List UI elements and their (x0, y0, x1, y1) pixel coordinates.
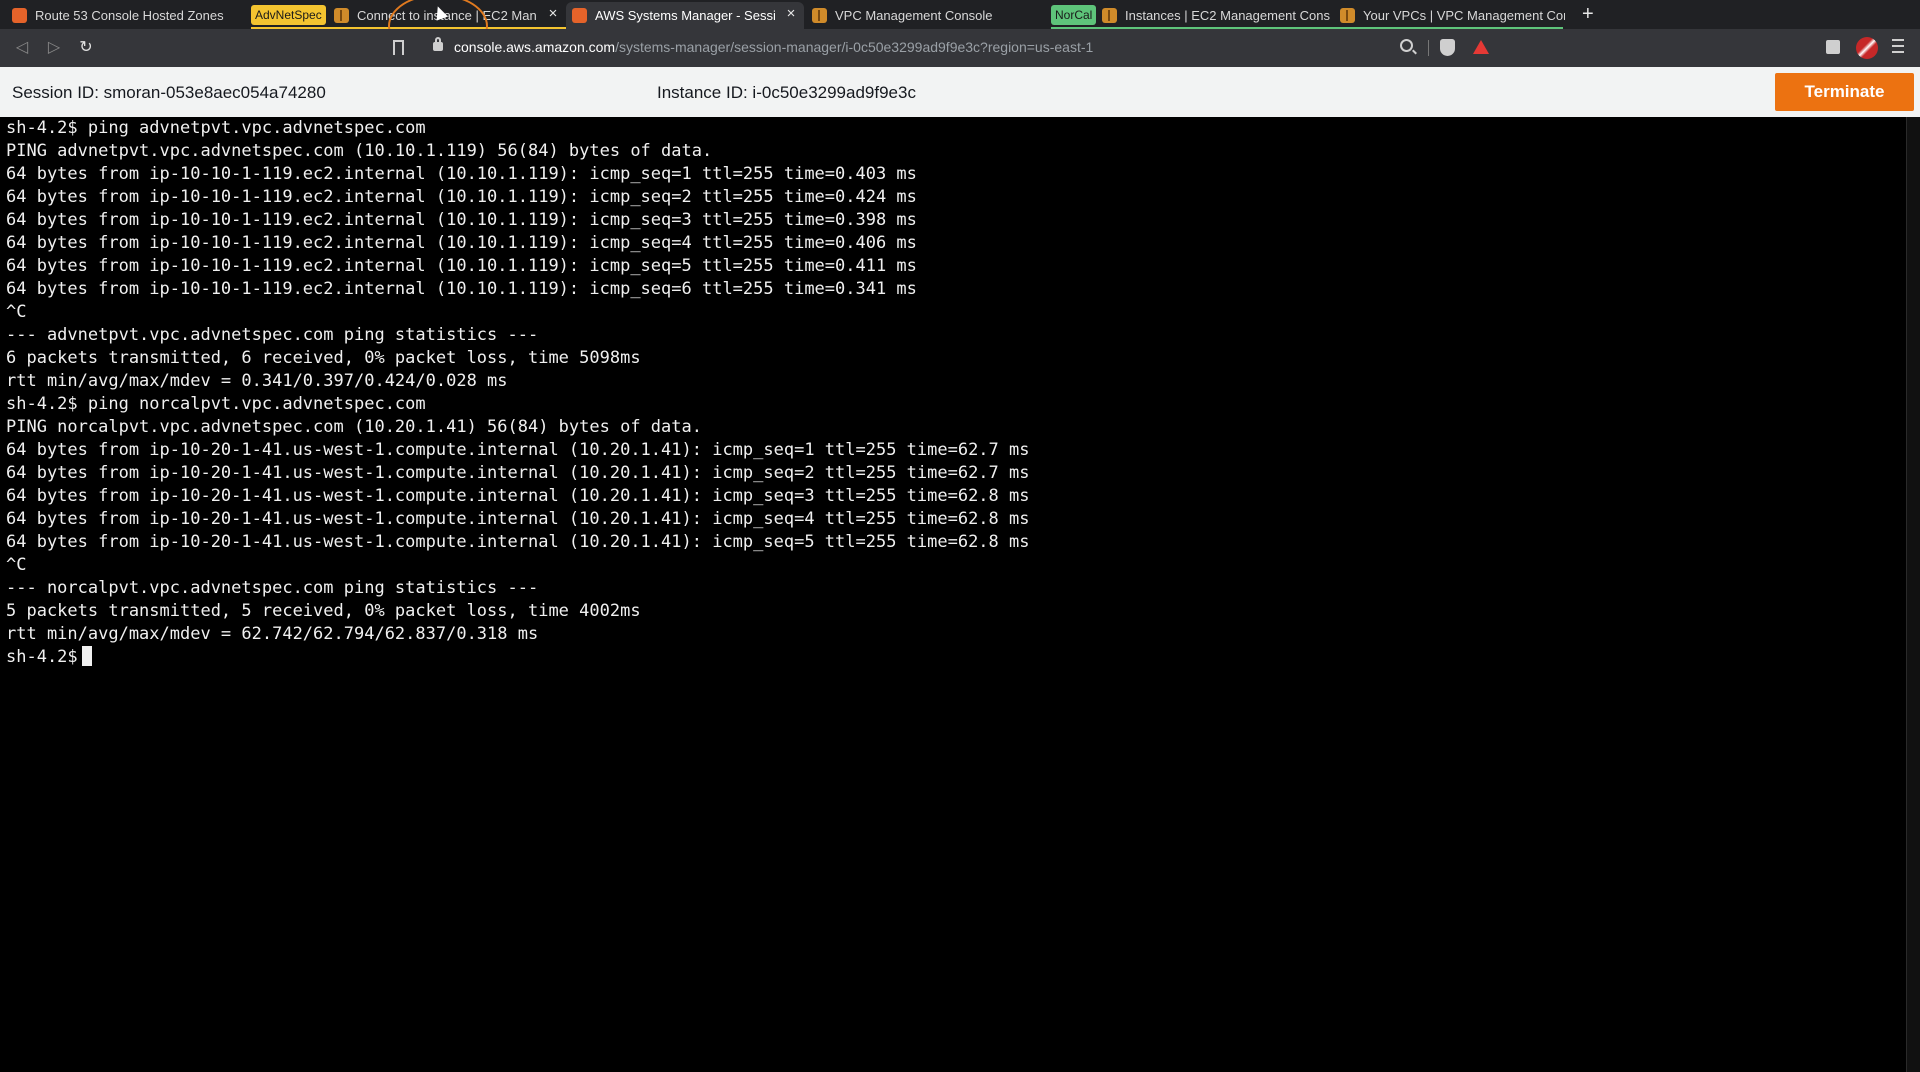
terminal-line: 64 bytes from ip-10-10-1-119.ec2.interna… (6, 187, 917, 207)
instance-id: Instance ID: i-0c50e3299ad9f9e3c (657, 83, 916, 102)
tab-label: Route 53 Console Hosted Zones (35, 8, 224, 23)
tab-label: Your VPCs | VPC Management Cons (1363, 8, 1565, 23)
terminal-line: sh-4.2$ ping norcalpvt.vpc.advnetspec.co… (6, 394, 426, 414)
forward-arrow-icon[interactable]: ▷ (43, 37, 65, 59)
terminal-line: 64 bytes from ip-10-10-1-119.ec2.interna… (6, 233, 917, 253)
terminal-line: rtt min/avg/max/mdev = 62.742/62.794/62.… (6, 624, 539, 644)
tab-route53[interactable]: Route 53 Console Hosted Zones (8, 2, 244, 29)
terminal-line: 64 bytes from ip-10-20-1-41.us-west-1.co… (6, 486, 1030, 506)
terminal-line: 64 bytes from ip-10-10-1-119.ec2.interna… (6, 164, 917, 184)
terminal-line: 64 bytes from ip-10-20-1-41.us-west-1.co… (6, 463, 1030, 483)
tab-systems-manager[interactable]: AWS Systems Manager - Sessi (566, 2, 804, 29)
terminal-output[interactable]: sh-4.2$ ping advnetpvt.vpc.advnetspec.co… (0, 117, 1906, 1072)
tab-label: AWS Systems Manager - Sessi (595, 8, 775, 23)
tab-connect-to-instance[interactable]: Connect to instance | EC2 Mana (332, 2, 564, 29)
box-icon (1340, 8, 1355, 23)
terminal-line: rtt min/avg/max/mdev = 0.341/0.397/0.424… (6, 371, 508, 391)
terminal-line: 64 bytes from ip-10-10-1-119.ec2.interna… (6, 210, 917, 230)
terminal-line: ^C (6, 555, 27, 575)
terminal-line: 5 packets transmitted, 5 received, 0% pa… (6, 601, 641, 621)
terminal-line: 64 bytes from ip-10-10-1-119.ec2.interna… (6, 279, 917, 299)
terminal-line: ^C (6, 302, 27, 322)
zoom-icon[interactable] (1400, 39, 1413, 52)
terminal-prompt-line[interactable]: sh-4.2$ (6, 646, 1906, 669)
terminal-line: 64 bytes from ip-10-20-1-41.us-west-1.co… (6, 440, 1030, 460)
browser-toolbar: ◁ ▷ ↻ console.aws.amazon.com/systems-man… (0, 29, 1920, 67)
new-tab-button[interactable]: + (1582, 3, 1594, 25)
terminal-line: sh-4.2$ ping advnetpvt.vpc.advnetspec.co… (6, 118, 426, 138)
terminal-scrollbar[interactable] (1906, 117, 1920, 1072)
toolbar-divider (1428, 40, 1429, 56)
address-bar[interactable]: console.aws.amazon.com/systems-manager/s… (454, 39, 1093, 55)
aws-icon (12, 8, 27, 23)
tab-your-vpcs[interactable]: Your VPCs | VPC Management Cons (1338, 2, 1568, 29)
session-header: Session ID: smoran-053e8aec054a74280 Ins… (0, 67, 1920, 117)
url-path: /systems-manager/session-manager/i-0c50e… (615, 39, 1094, 55)
brave-rewards-icon[interactable] (1473, 40, 1489, 54)
shell-prompt: sh-4.2$ (6, 647, 78, 667)
terminal-line: --- norcalpvt.vpc.advnetspec.com ping st… (6, 578, 539, 598)
terminal-line: 64 bytes from ip-10-20-1-41.us-west-1.co… (6, 532, 1030, 552)
terminal-lines: sh-4.2$ ping advnetpvt.vpc.advnetspec.co… (6, 117, 1906, 646)
profile-avatar[interactable] (1856, 37, 1878, 59)
box-icon (334, 8, 349, 23)
brave-shield-icon[interactable] (1440, 39, 1455, 56)
terminal-line: 64 bytes from ip-10-20-1-41.us-west-1.co… (6, 509, 1030, 529)
extensions-icon[interactable] (1826, 40, 1840, 54)
menu-icon[interactable] (1892, 39, 1904, 53)
terminal-line: 64 bytes from ip-10-10-1-119.ec2.interna… (6, 256, 917, 276)
url-host: console.aws.amazon.com (454, 39, 616, 55)
back-arrow-icon[interactable]: ◁ (11, 37, 33, 59)
tab-label: Instances | EC2 Management Cons (1125, 8, 1330, 23)
tab-ec2-instances[interactable]: Instances | EC2 Management Cons (1100, 2, 1336, 29)
close-icon[interactable]: × (546, 6, 560, 22)
terminal-line: --- advnetpvt.vpc.advnetspec.com ping st… (6, 325, 539, 345)
terminal-line: PING norcalpvt.vpc.advnetspec.com (10.20… (6, 417, 702, 437)
lock-icon[interactable] (433, 37, 443, 51)
box-icon (1102, 8, 1117, 23)
terminal-cursor (81, 646, 92, 666)
box-icon (812, 8, 827, 23)
reload-icon[interactable]: ↻ (75, 37, 97, 59)
tab-group-norcal[interactable]: NorCal (1051, 5, 1097, 25)
aws-icon (572, 8, 587, 23)
terminal-line: PING advnetpvt.vpc.advnetspec.com (10.10… (6, 141, 713, 161)
terminate-button[interactable]: Terminate (1775, 73, 1914, 111)
close-icon[interactable]: × (784, 6, 798, 22)
tab-vpc-console[interactable]: VPC Management Console (808, 2, 1044, 29)
terminal-line: 6 packets transmitted, 6 received, 0% pa… (6, 348, 641, 368)
tab-group-advnetspec[interactable]: AdvNetSpec (251, 5, 326, 25)
session-id: Session ID: smoran-053e8aec054a74280 (12, 83, 326, 102)
browser-tab-strip: Route 53 Console Hosted Zones AdvNetSpec… (0, 0, 1920, 58)
bookmark-icon[interactable] (393, 40, 404, 55)
tab-label: VPC Management Console (835, 8, 993, 23)
